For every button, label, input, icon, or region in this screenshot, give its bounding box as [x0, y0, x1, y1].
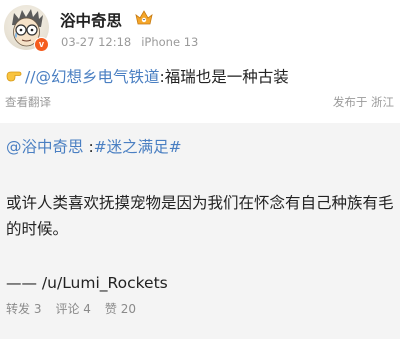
location-label: 发布于 浙江: [332, 95, 394, 109]
mention-link[interactable]: @幻想乡电气铁道: [35, 68, 159, 86]
repost-text: 或许人类喜欢抚摸宠物是因为我们在怀念有自己种族有毛的时候。: [6, 194, 394, 238]
comment-count[interactable]: 评论 4: [55, 302, 90, 316]
post-text: :福瑞也是一种古装: [159, 68, 289, 86]
pointing-hand-icon: [6, 68, 25, 86]
repost-header: @浴中奇思 :#迷之满足#: [6, 135, 182, 157]
device-label: iPhone 13: [141, 35, 199, 49]
crown-badge-icon: [134, 9, 154, 27]
like-count[interactable]: 赞 20: [105, 302, 136, 316]
repost-signature: —— /u/Lumi_Rockets: [6, 274, 168, 292]
post-body: //@幻想乡电气铁道:福瑞也是一种古装: [6, 65, 396, 87]
repost-stats: 转发 3 评论 4 赞 20: [6, 300, 136, 317]
hashtag-link[interactable]: #迷之满足#: [94, 138, 182, 156]
repost-count[interactable]: 转发 3: [6, 302, 41, 316]
author-name[interactable]: 浴中奇思: [60, 9, 122, 31]
translate-link[interactable]: 查看翻译: [5, 94, 51, 110]
repost-prefix: //: [25, 68, 36, 86]
timestamp: 03-27 12:18: [61, 35, 132, 49]
verified-badge-icon: v: [34, 37, 49, 52]
post-meta: 03-27 12:18 iPhone 13: [61, 35, 198, 49]
repost-author-mention[interactable]: @浴中奇思: [6, 138, 84, 156]
